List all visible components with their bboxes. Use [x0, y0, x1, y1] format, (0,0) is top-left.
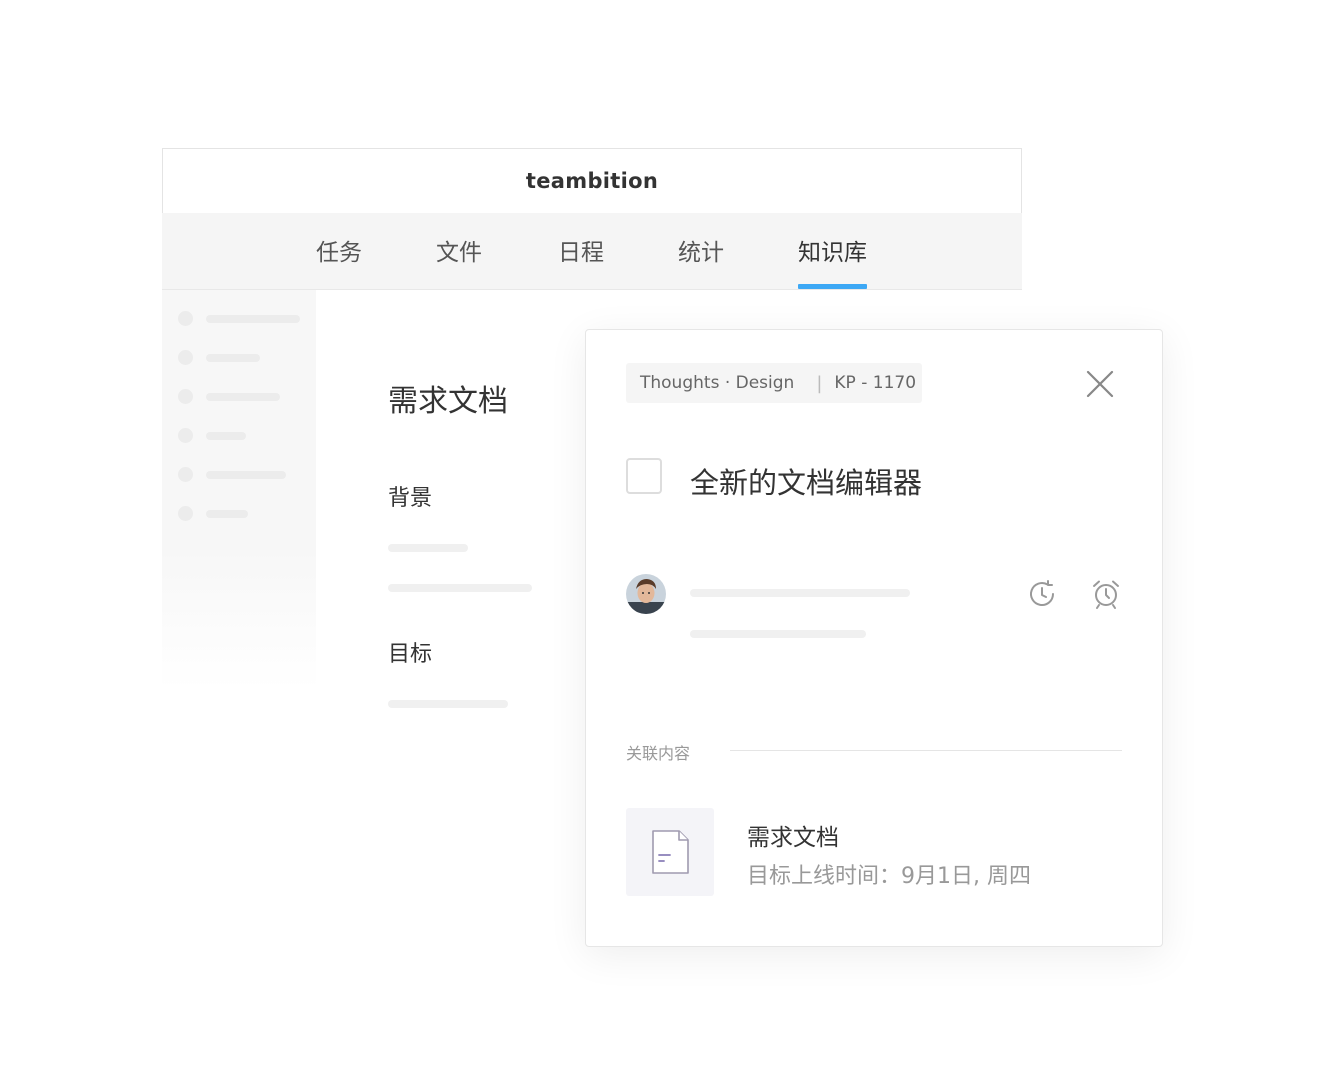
tab-files[interactable]: 文件 — [436, 233, 482, 289]
section-heading-goal: 目标 — [388, 642, 433, 667]
text-placeholder — [388, 584, 532, 592]
divider — [730, 750, 1122, 751]
related-document-item[interactable]: 需求文档 目标上线时间：9月1日, 周四 — [626, 808, 1086, 896]
tab-schedule[interactable]: 日程 — [558, 233, 604, 289]
app-header: teambition — [162, 148, 1022, 214]
related-document-title[interactable]: 需求文档 — [747, 818, 839, 852]
avatar[interactable] — [626, 574, 666, 614]
app-logo[interactable]: teambition — [526, 169, 658, 193]
related-document-due: 目标上线时间：9月1日, 周四 — [747, 864, 1031, 889]
breadcrumb[interactable]: Thoughts · Design | KP - 1170 — [626, 363, 922, 403]
text-placeholder — [388, 544, 468, 552]
text-placeholder — [690, 630, 866, 638]
task-checkbox[interactable] — [626, 458, 662, 494]
tab-statistics[interactable]: 统计 — [678, 233, 724, 289]
document-icon — [626, 808, 714, 896]
text-placeholder — [388, 700, 508, 708]
section-heading-background: 背景 — [388, 486, 433, 511]
related-content-label: 关联内容 — [626, 744, 691, 763]
task-detail-card: Thoughts · Design | KP - 1170 全新的文档编辑器 关… — [585, 329, 1163, 947]
breadcrumb-separator: | — [816, 372, 823, 394]
document-title: 需求文档 — [388, 384, 508, 419]
tab-tasks[interactable]: 任务 — [316, 233, 362, 289]
history-icon[interactable] — [1026, 578, 1058, 610]
main-nav: 任务 文件 日程 统计 知识库 — [162, 213, 1022, 290]
alarm-icon[interactable] — [1090, 578, 1122, 610]
close-icon[interactable] — [1082, 366, 1118, 402]
sidebar-placeholder — [162, 290, 316, 690]
tab-knowledge-base[interactable]: 知识库 — [798, 233, 867, 289]
assignee-placeholder — [690, 589, 910, 597]
task-title[interactable]: 全新的文档编辑器 — [690, 460, 922, 502]
breadcrumb-project[interactable]: Thoughts · Design — [640, 373, 794, 393]
task-id: KP - 1170 — [834, 373, 917, 393]
